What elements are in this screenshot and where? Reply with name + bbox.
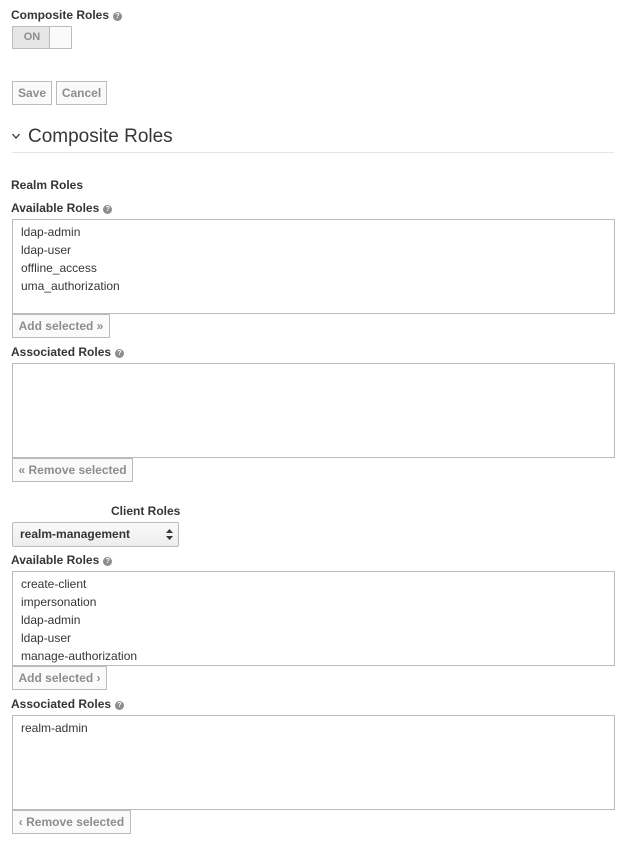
client-select[interactable]: realm-management	[12, 522, 179, 547]
list-option[interactable]: manage-authorization	[21, 647, 606, 665]
realm-add-selected-button[interactable]: Add selected »	[12, 314, 110, 338]
help-icon[interactable]: ?	[115, 701, 125, 710]
list-option[interactable]: realm-admin	[21, 719, 606, 737]
section-divider	[12, 152, 614, 153]
list-option[interactable]: offline_access	[21, 259, 606, 277]
realm-available-roles-label-text: Available Roles	[11, 201, 100, 215]
realm-associated-roles-label: Associated Roles?	[11, 345, 125, 359]
client-associated-roles-label: Associated Roles?	[11, 697, 125, 711]
client-associated-roles-label-text: Associated Roles	[11, 697, 112, 711]
help-icon[interactable]: ?	[113, 12, 123, 21]
list-option[interactable]: ldap-user	[21, 629, 606, 647]
client-available-roles-label-text: Available Roles	[11, 553, 100, 567]
realm-remove-selected-button[interactable]: « Remove selected	[12, 458, 133, 482]
realm-available-roles-label: Available Roles?	[11, 201, 113, 215]
realm-available-roles-list[interactable]: ldap-admin ldap-user offline_access uma_aut…	[12, 219, 615, 314]
list-option[interactable]: create-client	[21, 575, 606, 593]
client-remove-selected-button[interactable]: ‹ Remove selected	[12, 810, 131, 834]
client-available-roles-list[interactable]: create-client impersonation ldap-admin ldap…	[12, 571, 615, 666]
composite-roles-label-text: Composite Roles	[11, 8, 110, 22]
client-add-selected-button[interactable]: Add selected ›	[12, 666, 107, 690]
client-associated-roles-list[interactable]: realm-admin	[12, 715, 615, 810]
client-select-value: realm-management	[20, 527, 131, 541]
client-roles-heading: Client Roles	[111, 504, 181, 518]
toggle-state-text: ON	[13, 27, 51, 48]
list-option[interactable]: uma_authorization	[21, 277, 606, 295]
composite-roles-toggle[interactable]: ON	[12, 26, 72, 49]
cancel-button[interactable]: Cancel	[56, 81, 107, 105]
help-icon[interactable]: ?	[103, 557, 113, 566]
toggle-knob[interactable]	[49, 27, 71, 48]
save-button[interactable]: Save	[12, 81, 52, 105]
composite-roles-label: Composite Roles?	[11, 8, 123, 22]
list-option[interactable]: ldap-admin	[21, 611, 606, 629]
realm-associated-roles-label-text: Associated Roles	[11, 345, 112, 359]
help-icon[interactable]: ?	[115, 349, 125, 358]
list-option[interactable]: ldap-admin	[21, 223, 606, 241]
realm-roles-heading: Realm Roles	[11, 178, 84, 192]
client-available-roles-label: Available Roles?	[11, 553, 113, 567]
list-option[interactable]: impersonation	[21, 593, 606, 611]
chevron-down-icon[interactable]	[12, 132, 20, 140]
help-icon[interactable]: ?	[103, 205, 113, 214]
list-option[interactable]: ldap-user	[21, 241, 606, 259]
sort-arrows-icon	[166, 529, 173, 540]
section-title[interactable]: Composite Roles	[28, 126, 173, 148]
realm-associated-roles-list[interactable]	[12, 363, 615, 458]
